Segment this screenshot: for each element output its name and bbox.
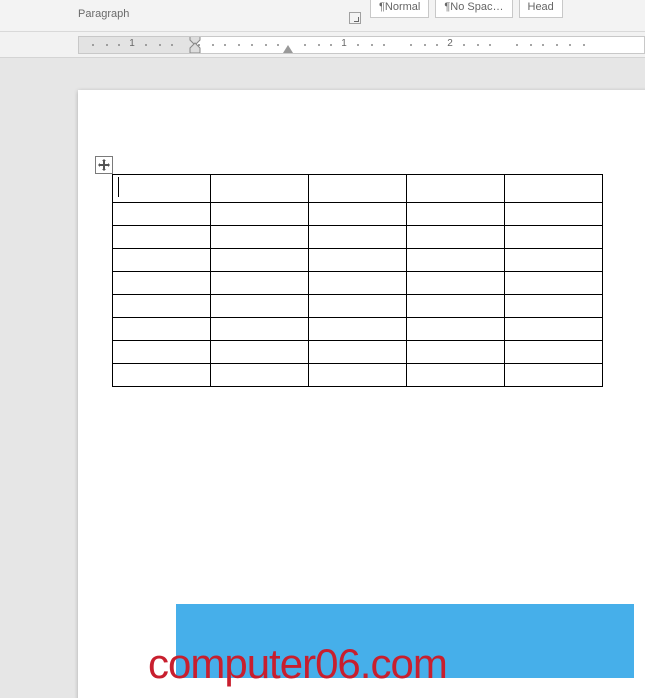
table-cell[interactable] [407, 318, 505, 341]
horizontal-ruler[interactable]: 1 1 2 [0, 32, 645, 58]
ruler-strip: 1 1 2 [78, 36, 645, 54]
table-cell[interactable] [407, 226, 505, 249]
document-table[interactable] [112, 174, 603, 387]
table-cell[interactable] [211, 226, 309, 249]
table-cell[interactable] [211, 341, 309, 364]
table-cell[interactable] [407, 203, 505, 226]
ruler-number: 1 [129, 38, 135, 49]
table-row [113, 203, 603, 226]
table-cell[interactable] [113, 318, 211, 341]
table-cell[interactable] [407, 295, 505, 318]
table-cell[interactable] [505, 341, 603, 364]
table-cell[interactable] [113, 175, 211, 203]
table-row [113, 295, 603, 318]
ribbon: ¶ Normal ¶ No Spac… Head Paragraph [0, 0, 645, 32]
styles-gallery: ¶ Normal ¶ No Spac… Head [370, 0, 563, 18]
style-normal[interactable]: ¶ Normal [370, 0, 429, 18]
table-cell[interactable] [309, 203, 407, 226]
table-cell[interactable] [113, 203, 211, 226]
table-cell[interactable] [309, 364, 407, 387]
table-cell[interactable] [407, 341, 505, 364]
table-row [113, 341, 603, 364]
table-cell[interactable] [407, 364, 505, 387]
table-row [113, 318, 603, 341]
table-cell[interactable] [113, 341, 211, 364]
style-heading-label: Head [528, 1, 554, 13]
table-cell[interactable] [211, 272, 309, 295]
table-cell[interactable] [309, 249, 407, 272]
ruler-number: 2 [447, 38, 453, 49]
table-cell[interactable] [211, 175, 309, 203]
table-cell[interactable] [211, 203, 309, 226]
paragraph-dialog-launcher-icon[interactable] [349, 12, 361, 24]
table-cell[interactable] [211, 249, 309, 272]
ruler-number: 1 [341, 38, 347, 49]
table-cell[interactable] [309, 341, 407, 364]
table-cell[interactable] [505, 295, 603, 318]
table-cell[interactable] [407, 249, 505, 272]
style-normal-label: Normal [385, 1, 420, 13]
table-row [113, 175, 603, 203]
watermark-text: computer06.com [148, 640, 447, 688]
table-cell[interactable] [505, 175, 603, 203]
table-cell[interactable] [309, 318, 407, 341]
table-cell[interactable] [113, 249, 211, 272]
table-cell[interactable] [309, 272, 407, 295]
document-area: computer06.com [0, 58, 645, 698]
table-cell[interactable] [505, 203, 603, 226]
table-cell[interactable] [211, 318, 309, 341]
table-cell[interactable] [113, 364, 211, 387]
table-cell[interactable] [309, 295, 407, 318]
table-cell[interactable] [505, 226, 603, 249]
text-cursor [118, 177, 119, 197]
style-no-spacing-label: No Spac… [450, 1, 503, 13]
style-heading[interactable]: Head [519, 0, 563, 18]
table-cell[interactable] [211, 295, 309, 318]
table-row [113, 272, 603, 295]
table-cell[interactable] [309, 175, 407, 203]
table-cell[interactable] [309, 226, 407, 249]
table-cell[interactable] [505, 364, 603, 387]
table-cell[interactable] [113, 295, 211, 318]
table-cell[interactable] [211, 364, 309, 387]
table-row [113, 364, 603, 387]
paragraph-group-label: Paragraph [78, 8, 129, 20]
table-row [113, 249, 603, 272]
table-cell[interactable] [113, 226, 211, 249]
table-cell[interactable] [407, 175, 505, 203]
table-cell[interactable] [113, 272, 211, 295]
hanging-indent-icon[interactable] [283, 45, 293, 53]
style-no-spacing[interactable]: ¶ No Spac… [435, 0, 512, 18]
table-cell[interactable] [505, 318, 603, 341]
ruler-ticks: 1 1 2 [79, 37, 644, 53]
table-cell[interactable] [505, 272, 603, 295]
table-row [113, 226, 603, 249]
table-cell[interactable] [505, 249, 603, 272]
table-cell[interactable] [407, 272, 505, 295]
table-move-handle-icon[interactable] [95, 156, 113, 174]
